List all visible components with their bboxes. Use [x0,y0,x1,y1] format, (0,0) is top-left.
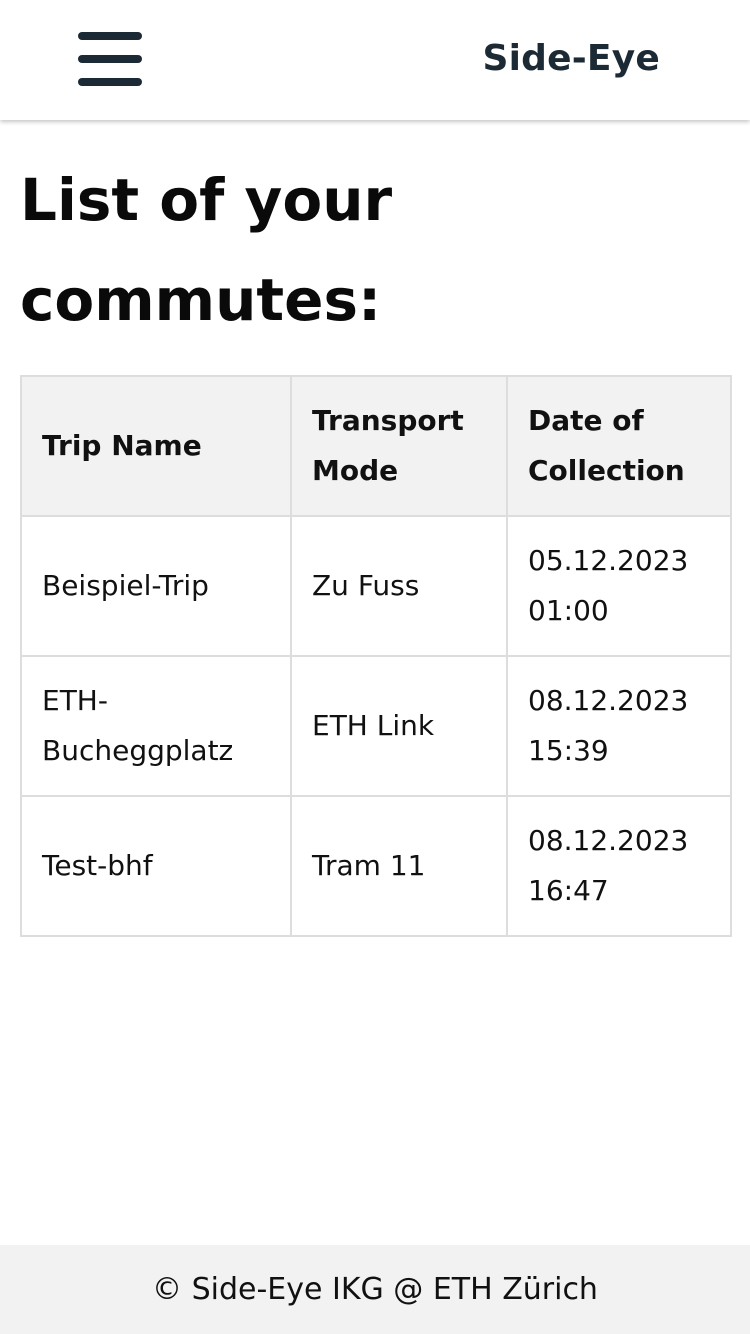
table-row: Test-bhf Tram 11 08.12.2023 16:47 [20,795,732,937]
commutes-table: Trip Name Transport Mode Date of Collect… [20,375,732,937]
column-header-transport-mode: Transport Mode [290,375,508,517]
date-cell: 08.12.2023 16:47 [506,795,732,937]
brand-title[interactable]: Side-Eye [483,38,660,79]
menu-bar-top [78,32,142,40]
footer-text: © Side-Eye IKG @ ETH Zürich [152,1272,598,1307]
date-cell: 05.12.2023 01:00 [506,515,732,657]
top-navbar: Side-Eye [0,0,750,120]
page-title: List of your commutes: [20,166,393,334]
trip-name-cell: Test-bhf [20,795,292,937]
column-header-date-of-collection: Date of Collection [506,375,732,517]
date-cell: 08.12.2023 15:39 [506,655,732,797]
footer: © Side-Eye IKG @ ETH Zürich [0,1245,750,1334]
transport-mode-cell: Zu Fuss [290,515,508,657]
table-row: Beispiel-Trip Zu Fuss 05.12.2023 01:00 [20,515,732,657]
menu-bar-middle [78,55,142,63]
trip-name-cell: Beispiel-Trip [20,515,292,657]
column-header-trip-name: Trip Name [20,375,292,517]
table-header-row: Trip Name Transport Mode Date of Collect… [20,375,732,517]
trip-name-cell: ETH-Bucheggplatz [20,655,292,797]
transport-mode-cell: ETH Link [290,655,508,797]
menu-bar-bottom [78,78,142,86]
transport-mode-cell: Tram 11 [290,795,508,937]
hamburger-menu-icon[interactable] [70,24,150,96]
table-row: ETH-Bucheggplatz ETH Link 08.12.2023 15:… [20,655,732,797]
